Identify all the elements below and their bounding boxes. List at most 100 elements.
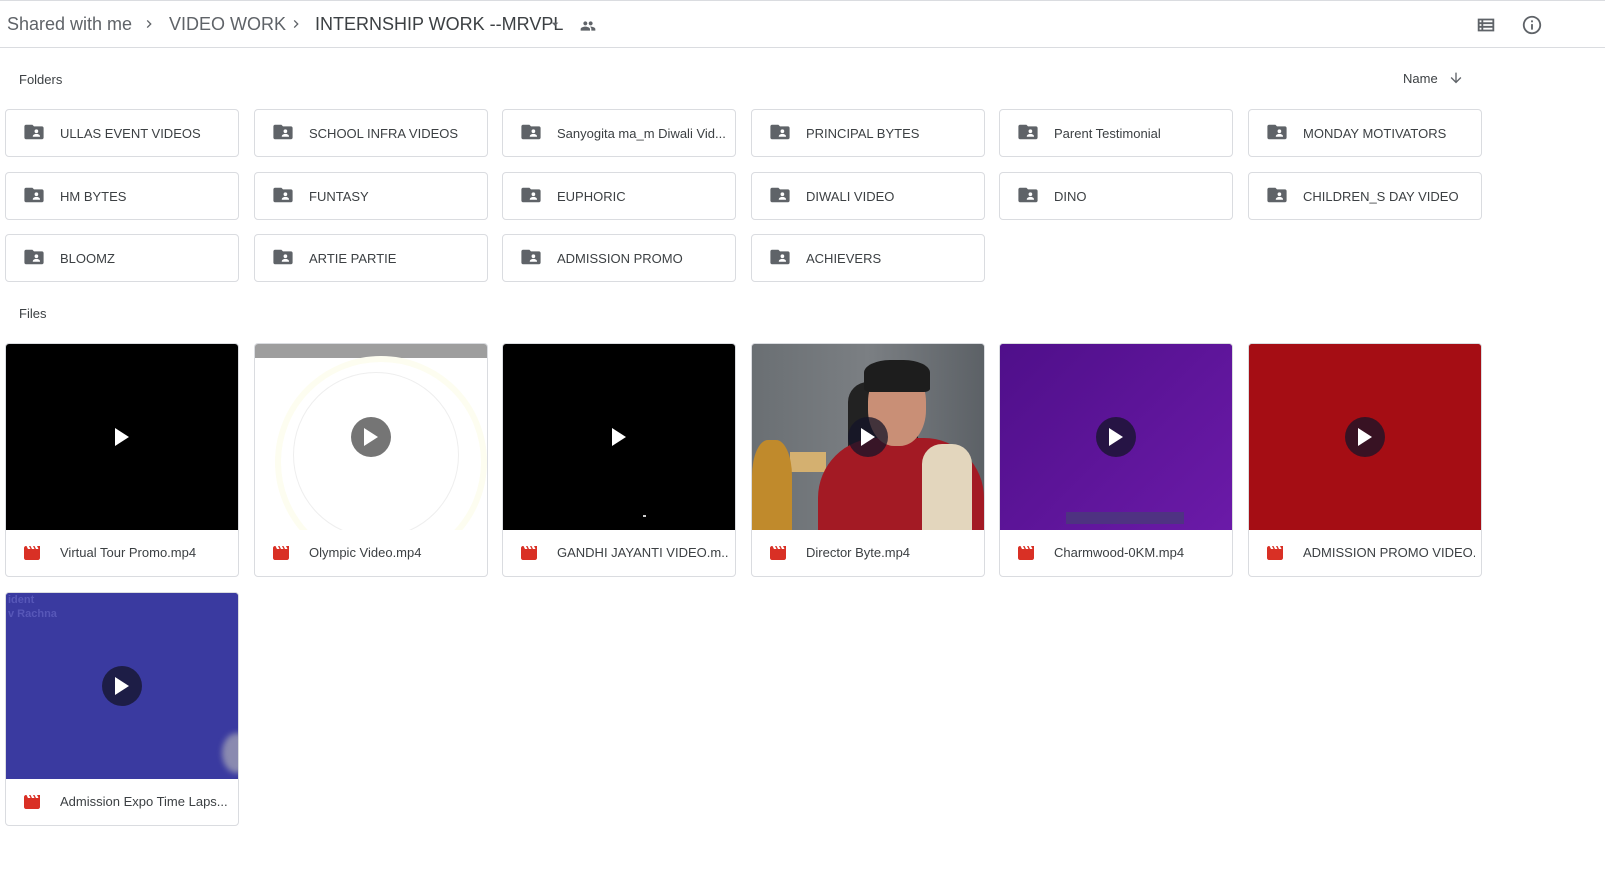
file-meta: ADMISSION PROMO VIDEO...: [1249, 530, 1481, 576]
video-file-icon: [273, 546, 289, 560]
shared-folder-icon: [1267, 124, 1287, 140]
file-meta: Director Byte.mp4: [752, 530, 984, 576]
folder-item[interactable]: PRINCIPAL BYTES: [751, 109, 985, 157]
shared-folder-icon: [24, 249, 44, 265]
folder-item[interactable]: ULLAS EVENT VIDEOS: [5, 109, 239, 157]
shared-folder-icon: [24, 187, 44, 203]
video-thumbnail[interactable]: [503, 344, 735, 530]
video-thumbnail[interactable]: [6, 344, 238, 530]
folder-item[interactable]: DIWALI VIDEO: [751, 172, 985, 220]
file-name: GANDHI JAYANTI VIDEO.m...: [557, 545, 729, 560]
shared-folder-icon: [521, 187, 541, 203]
play-icon[interactable]: [351, 417, 391, 457]
file-meta: Olympic Video.mp4: [255, 530, 487, 576]
sort-by-name-button[interactable]: Name: [1403, 71, 1462, 86]
play-icon[interactable]: [102, 417, 142, 457]
folder-item[interactable]: Parent Testimonial: [999, 109, 1233, 157]
play-icon[interactable]: [1096, 417, 1136, 457]
shared-folder-icon: [770, 124, 790, 140]
folders-heading: Folders: [19, 72, 63, 87]
folder-name: CHILDREN_S DAY VIDEO: [1303, 189, 1459, 204]
video-thumbnail[interactable]: [752, 344, 984, 530]
file-item[interactable]: Virtual Tour Promo.mp4: [5, 343, 239, 577]
play-icon[interactable]: [848, 417, 888, 457]
folder-item[interactable]: FUNTASY: [254, 172, 488, 220]
folder-item[interactable]: Sanyogita ma_m Diwali Vid...: [502, 109, 736, 157]
shared-folder-icon: [1018, 124, 1038, 140]
breadcrumb-video-work[interactable]: VIDEO WORK: [169, 14, 286, 35]
play-icon[interactable]: [599, 417, 639, 457]
folder-name: Parent Testimonial: [1054, 126, 1161, 141]
file-meta: Virtual Tour Promo.mp4: [6, 530, 238, 576]
folder-name: ADMISSION PROMO: [557, 251, 683, 266]
file-name: Olympic Video.mp4: [309, 545, 422, 560]
folder-name: ULLAS EVENT VIDEOS: [60, 126, 201, 141]
folder-name: ARTIE PARTIE: [309, 251, 397, 266]
folder-item[interactable]: ADMISSION PROMO: [502, 234, 736, 282]
play-icon[interactable]: [1345, 417, 1385, 457]
file-name: Virtual Tour Promo.mp4: [60, 545, 197, 560]
folder-item[interactable]: HM BYTES: [5, 172, 239, 220]
video-file-icon: [770, 546, 786, 560]
file-name: Director Byte.mp4: [806, 545, 911, 560]
folder-name: BLOOMZ: [60, 251, 115, 266]
file-item[interactable]: Director Byte.mp4: [751, 343, 985, 577]
play-icon[interactable]: [102, 666, 142, 706]
breadcrumb-shared-with-me[interactable]: Shared with me: [7, 14, 132, 35]
folder-name: EUPHORIC: [557, 189, 626, 204]
folder-name: Sanyogita ma_m Diwali Vid...: [557, 126, 726, 141]
shared-folder-icon: [770, 249, 790, 265]
file-item[interactable]: Olympic Video.mp4: [254, 343, 488, 577]
folder-item[interactable]: CHILDREN_S DAY VIDEO: [1248, 172, 1482, 220]
video-file-icon: [521, 546, 537, 560]
video-file-icon: [1267, 546, 1283, 560]
people-icon[interactable]: [579, 18, 597, 34]
video-thumbnail[interactable]: [1000, 344, 1232, 530]
file-item[interactable]: ADMISSION PROMO VIDEO...: [1248, 343, 1482, 577]
arrow-drop-down-icon[interactable]: [547, 16, 563, 32]
folder-item[interactable]: DINO: [999, 172, 1233, 220]
files-heading: Files: [19, 306, 47, 321]
folder-item[interactable]: EUPHORIC: [502, 172, 736, 220]
video-file-icon: [24, 795, 40, 809]
chevron-right-icon: [293, 20, 299, 28]
folder-name: DIWALI VIDEO: [806, 189, 895, 204]
shared-folder-icon: [24, 124, 44, 140]
top-bar: Shared with me VIDEO WORK INTERNSHIP WOR…: [0, 0, 1605, 48]
folder-name: PRINCIPAL BYTES: [806, 126, 920, 141]
folder-item[interactable]: SCHOOL INFRA VIDEOS: [254, 109, 488, 157]
info-icon[interactable]: [1521, 14, 1543, 36]
folder-name: FUNTASY: [309, 189, 369, 204]
shared-folder-icon: [273, 249, 293, 265]
file-item[interactable]: Charmwood-0KM.mp4: [999, 343, 1233, 577]
sort-label: Name: [1403, 71, 1438, 86]
arrow-down-icon: [1450, 72, 1462, 84]
shared-folder-icon: [273, 187, 293, 203]
file-item[interactable]: GANDHI JAYANTI VIDEO.m...: [502, 343, 736, 577]
shared-folder-icon: [770, 187, 790, 203]
video-file-icon: [24, 546, 40, 560]
video-thumbnail[interactable]: [255, 344, 487, 530]
list-view-icon[interactable]: [1475, 14, 1497, 36]
folder-item[interactable]: MONDAY MOTIVATORS: [1248, 109, 1482, 157]
file-name: Charmwood-0KM.mp4: [1054, 545, 1185, 560]
file-item[interactable]: ident v Rachna Admission Expo Time Laps...: [5, 592, 239, 826]
folder-name: ACHIEVERS: [806, 251, 882, 266]
folder-item[interactable]: BLOOMZ: [5, 234, 239, 282]
shared-folder-icon: [273, 124, 293, 140]
folder-name: DINO: [1054, 189, 1087, 204]
file-meta: Admission Expo Time Laps...: [6, 779, 238, 825]
folder-name: MONDAY MOTIVATORS: [1303, 126, 1447, 141]
breadcrumb-current-folder[interactable]: INTERNSHIP WORK --MRVPL: [315, 14, 563, 35]
folder-item[interactable]: ARTIE PARTIE: [254, 234, 488, 282]
shared-folder-icon: [1267, 187, 1287, 203]
folder-item[interactable]: ACHIEVERS: [751, 234, 985, 282]
shared-folder-icon: [521, 124, 541, 140]
file-name: Admission Expo Time Laps...: [60, 794, 228, 809]
folder-name: HM BYTES: [60, 189, 127, 204]
chevron-right-icon: [146, 20, 152, 28]
video-thumbnail[interactable]: [1249, 344, 1481, 530]
file-name: ADMISSION PROMO VIDEO...: [1303, 545, 1475, 560]
video-thumbnail[interactable]: ident v Rachna: [6, 593, 238, 779]
file-meta: Charmwood-0KM.mp4: [1000, 530, 1232, 576]
